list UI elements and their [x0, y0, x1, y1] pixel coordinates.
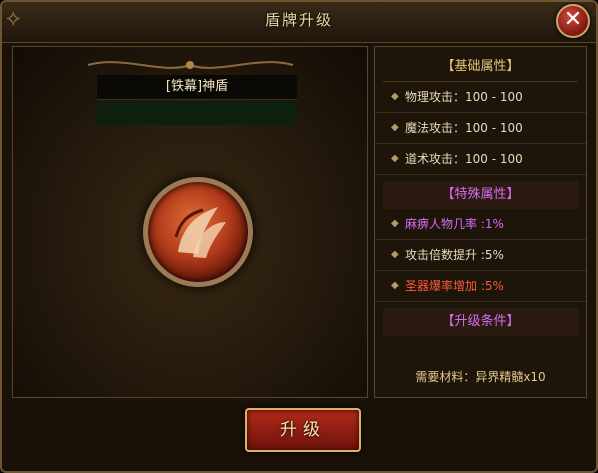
diamond-icon: ◆: [391, 153, 399, 164]
bottom-bar: 升级: [12, 400, 587, 460]
attr-paralyze-chance: ◆ 麻痹人物几率 :1%: [375, 209, 586, 240]
basic-attributes-header: 【基础属性】: [383, 53, 578, 82]
upgrade-button[interactable]: 升级: [245, 408, 361, 452]
diamond-icon: ◆: [391, 280, 399, 291]
close-icon: ✕: [563, 7, 583, 32]
attr-label: 道术攻击：100 - 100: [405, 152, 523, 166]
ornament-divider-icon: [87, 61, 294, 69]
required-materials: 需要材料：异界精髓x10: [415, 370, 546, 384]
attr-label: 魔法攻击：100 - 100: [405, 121, 523, 135]
attr-physical-attack: ◆ 物理攻击：100 - 100: [375, 82, 586, 113]
attr-label: 物理攻击：100 - 100: [405, 90, 523, 104]
attr-damage-multiplier: ◆ 攻击倍数提升 :5%: [375, 240, 586, 271]
attr-magic-attack: ◆ 魔法攻击：100 - 100: [375, 113, 586, 144]
shield-icon[interactable]: [143, 177, 253, 287]
special-attributes-header: 【特殊属性】: [383, 181, 578, 209]
window-title: 盾牌升级: [264, 11, 333, 29]
item-preview-panel: [铁幕]神盾: [12, 46, 368, 398]
shield-upgrade-window: ⟡ 盾牌升级 ✕ [铁幕]神盾 【基础属性】 ◆ 物理攻击：100 - 100 …: [0, 0, 598, 473]
attr-drop-rate: ◆ 圣器爆率增加 :5%: [375, 271, 586, 302]
attributes-panel: 【基础属性】 ◆ 物理攻击：100 - 100 ◆ 魔法攻击：100 - 100…: [374, 46, 587, 398]
diamond-icon: ◆: [391, 218, 399, 229]
attr-label: 麻痹人物几率 :1%: [405, 217, 504, 231]
diamond-icon: ◆: [391, 249, 399, 260]
item-info-bar: [97, 101, 297, 125]
upgrade-conditions-header: 【升级条件】: [383, 308, 578, 336]
item-name-bar: [铁幕]神盾: [97, 75, 297, 100]
diamond-icon: ◆: [391, 122, 399, 133]
close-button[interactable]: ✕: [556, 4, 590, 38]
item-name: [铁幕]神盾: [165, 79, 229, 94]
diamond-icon: ◆: [391, 91, 399, 102]
attr-label: 攻击倍数提升 :5%: [405, 248, 504, 262]
attr-label: 圣器爆率增加 :5%: [405, 279, 504, 293]
attr-taoist-attack: ◆ 道术攻击：100 - 100: [375, 144, 586, 175]
title-bar: ⟡ 盾牌升级 ✕: [2, 2, 596, 43]
